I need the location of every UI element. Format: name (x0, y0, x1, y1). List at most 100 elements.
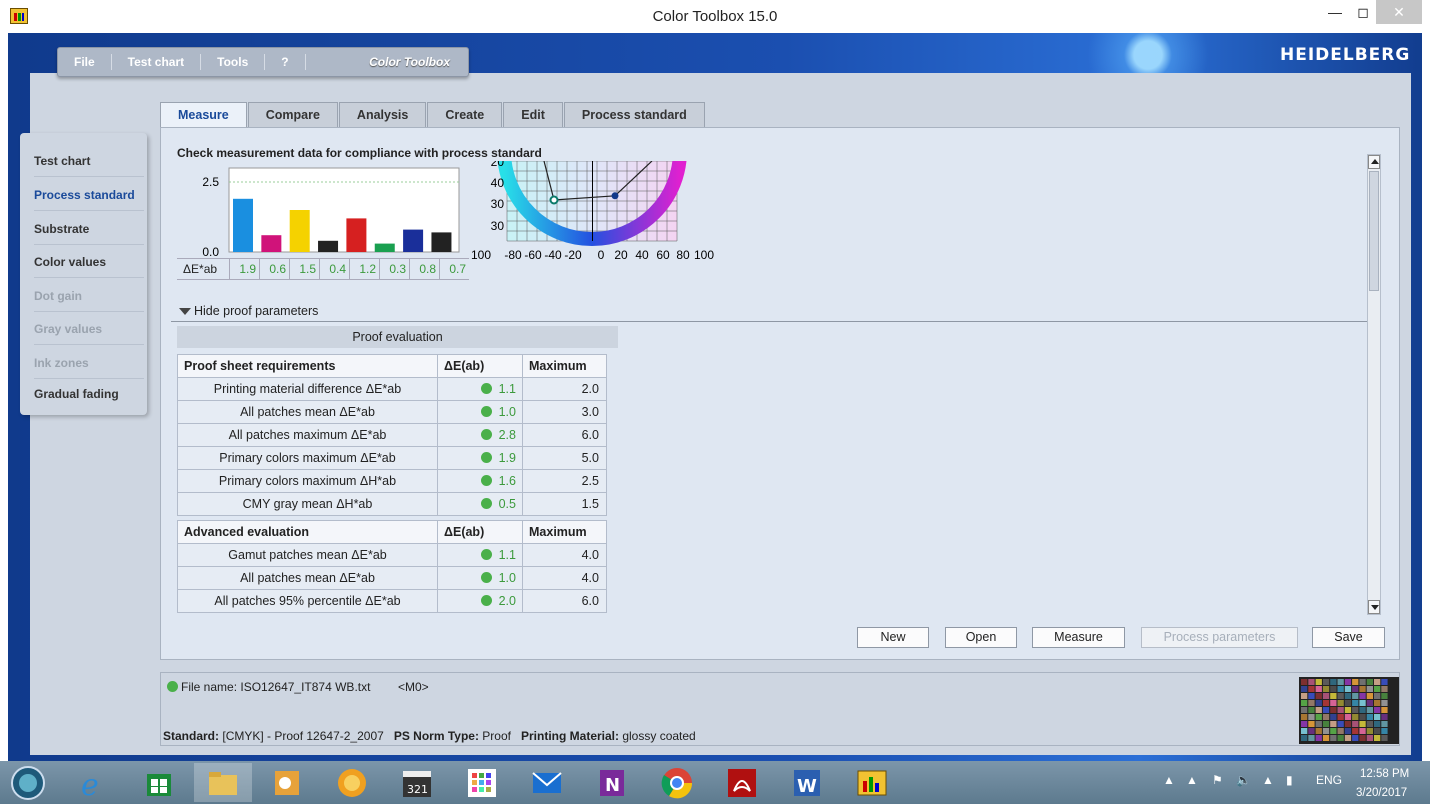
nav-substrate[interactable]: Substrate (34, 213, 144, 245)
color-patch (1374, 686, 1381, 692)
onenote-icon[interactable]: N (594, 765, 630, 801)
start-orb-icon[interactable] (10, 765, 46, 801)
mail-icon[interactable] (529, 765, 565, 801)
word-icon[interactable]: W (789, 765, 825, 801)
delta-e-cell: 2.0 (437, 589, 523, 613)
outlook-icon[interactable] (269, 765, 305, 801)
status-ok-icon (480, 429, 492, 440)
color-patch (1381, 693, 1388, 699)
clock-time[interactable]: 12:58 PM (1360, 768, 1409, 780)
color-patch (1322, 714, 1330, 720)
color-patch (1352, 686, 1359, 692)
language-indicator[interactable]: ENG (1316, 773, 1342, 787)
nav-gray-values[interactable]: Gray values (34, 313, 144, 345)
menu-tools[interactable]: Tools (201, 54, 266, 70)
scroll-down-button[interactable] (1368, 600, 1380, 614)
measure-button[interactable]: Measure (1032, 627, 1125, 648)
tab-analysis[interactable]: Analysis (338, 102, 427, 127)
color-patch (1374, 735, 1381, 741)
color-patch (1301, 714, 1308, 720)
chrome-icon[interactable] (659, 765, 695, 801)
close-button[interactable]: ✕ (1376, 0, 1422, 24)
action-center-icon[interactable]: ⚑ (1212, 773, 1223, 787)
show-hidden-icons[interactable]: ▲ (1163, 773, 1175, 787)
tab-edit[interactable]: Edit (503, 102, 563, 127)
network-icon[interactable]: ▲ (1262, 773, 1274, 787)
menu-file[interactable]: File (58, 54, 112, 70)
table-row: Primary colors maximum ΔE*ab 1.9 5.0 (177, 446, 607, 470)
color-toolbox-taskbar-icon[interactable] (854, 765, 890, 801)
brand-logo: HEIDELBERG (1280, 45, 1411, 65)
color-patch (1337, 728, 1344, 734)
maximum-cell: 4.0 (522, 566, 607, 590)
tab-compare[interactable]: Compare (247, 102, 338, 127)
menu-test-chart[interactable]: Test chart (112, 54, 202, 70)
delta-e-value: 0.3 (379, 259, 409, 279)
menu-help[interactable]: ? (265, 54, 306, 70)
color-patch (1315, 721, 1322, 727)
color-patch (1366, 686, 1373, 692)
power-icon[interactable]: ▮ (1286, 773, 1293, 787)
color-patch (1330, 707, 1337, 713)
color-patch (1344, 693, 1352, 699)
color-patch (1337, 735, 1344, 741)
new-button[interactable]: New (857, 627, 929, 648)
file-explorer-icon[interactable] (205, 765, 241, 801)
internet-explorer-icon[interactable]: e (76, 765, 112, 801)
clock-date[interactable]: 3/20/2017 (1356, 787, 1407, 799)
color-patch (1337, 693, 1344, 699)
column-header: Maximum (522, 354, 607, 378)
color-patch (1301, 700, 1308, 706)
color-patch (1337, 700, 1344, 706)
x-tick-label: 100 (694, 248, 714, 262)
tab-measure[interactable]: Measure (160, 102, 247, 128)
nav-dot-gain[interactable]: Dot gain (34, 280, 144, 312)
bar (374, 243, 395, 252)
y-tick-label: 30 (491, 197, 505, 211)
volume-icon[interactable]: 🔈 (1236, 773, 1251, 787)
nav-ink-zones[interactable]: Ink zones (34, 347, 144, 379)
nav-test-chart[interactable]: Test chart (34, 145, 144, 177)
nav-gradual-fading[interactable]: Gradual fading (34, 378, 144, 410)
color-patch (1374, 707, 1381, 713)
color-patch (1301, 707, 1308, 713)
advanced-evaluation-table: Advanced evaluation ΔE(ab) Maximum Gamut… (177, 520, 607, 613)
status-ok-icon (480, 406, 492, 417)
x-tick-label: -20 (564, 248, 582, 262)
acrobat-icon[interactable] (724, 765, 760, 801)
delta-e-value: 0.6 (259, 259, 289, 279)
scroll-up-button[interactable] (1368, 155, 1380, 169)
scroll-thumb[interactable] (1369, 171, 1379, 291)
delta-e-cell: 1.0 (437, 566, 523, 590)
printing-material-value: glossy coated (622, 729, 696, 743)
delta-e-cell: 0.5 (437, 492, 523, 516)
status-ok-icon (480, 595, 492, 606)
vertical-scrollbar[interactable] (1367, 154, 1381, 615)
tab-create[interactable]: Create (427, 102, 503, 127)
process-parameters-button[interactable]: Process parameters (1141, 627, 1298, 648)
status-ok-icon (167, 681, 178, 692)
color-patch (1359, 693, 1366, 699)
media-app-icon[interactable] (334, 765, 370, 801)
x-tick-label: -40 (544, 248, 562, 262)
color-patch (1352, 728, 1359, 734)
status-panel: File name: ISO12647_IT874 WB.txt <M0> St… (160, 672, 1400, 746)
color-patch (1381, 735, 1388, 741)
color-patch (1308, 700, 1315, 706)
nav-process-standard[interactable]: Process standard (34, 179, 144, 211)
google-drive-icon[interactable]: ▲ (1186, 773, 1198, 787)
color-patch (1330, 693, 1337, 699)
color-patch (1366, 707, 1373, 713)
hide-proof-parameters-toggle[interactable]: Hide proof parameters (171, 300, 1367, 322)
tab-process-standard[interactable]: Process standard (563, 102, 705, 127)
color-patch (1366, 721, 1373, 727)
nav-color-values[interactable]: Color values (34, 246, 144, 278)
video-app-icon[interactable]: 321 (399, 765, 435, 801)
apps-grid-icon[interactable] (464, 765, 500, 801)
open-button[interactable]: Open (945, 627, 1017, 648)
save-button[interactable]: Save (1312, 627, 1385, 648)
store-icon[interactable] (141, 765, 177, 801)
maximum-cell: 1.5 (522, 492, 607, 516)
requirement-name: All patches 95% percentile ΔE*ab (177, 589, 438, 613)
color-patch (1352, 679, 1359, 685)
